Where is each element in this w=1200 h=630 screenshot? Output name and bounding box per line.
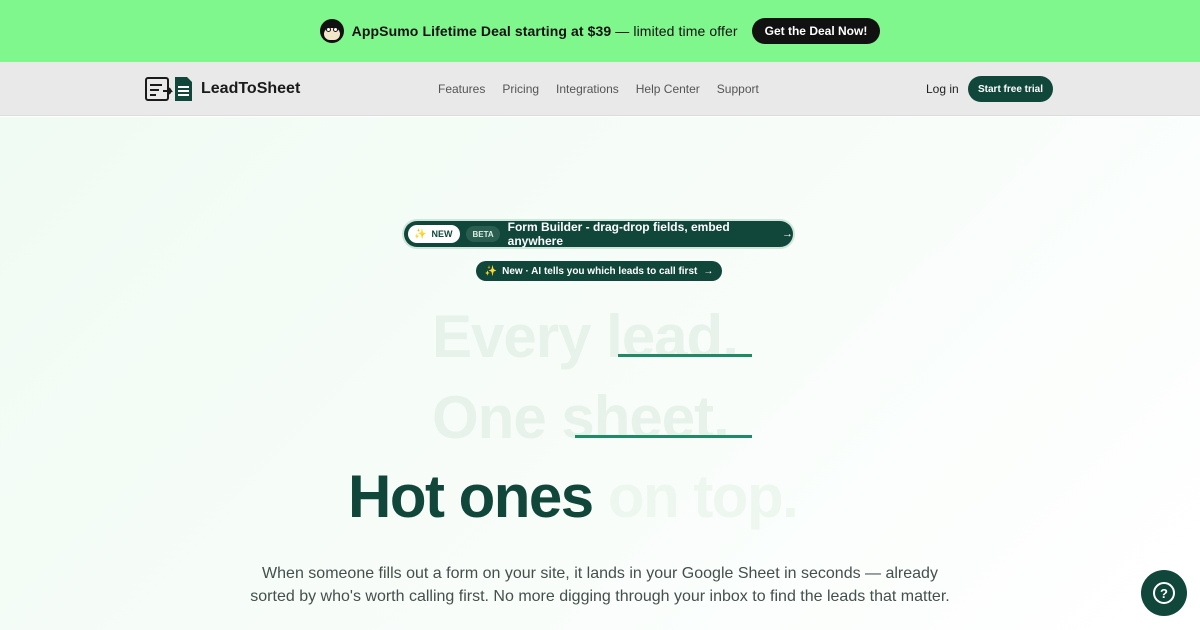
nav-link-support[interactable]: Support (717, 82, 759, 96)
help-button[interactable]: ? (1141, 570, 1187, 616)
ai-announcement[interactable]: ✨ New · AI tells you which leads to call… (476, 261, 722, 281)
ai-announcement-text: New · AI tells you which leads to call f… (502, 265, 698, 277)
sparkle-icon: ✨ (484, 265, 498, 277)
brand-name: LeadToSheet (201, 80, 301, 97)
start-trial-button[interactable]: Start free trial (968, 76, 1054, 102)
arrow-right-icon: → (782, 228, 793, 240)
headline-line-3: Hot ones on top. (348, 462, 799, 531)
promo-text: AppSumo Lifetime Deal starting at $39 — … (351, 23, 738, 39)
nav-link-integrations[interactable]: Integrations (556, 82, 619, 96)
question-mark-icon: ? (1153, 582, 1175, 604)
sparkle-icon: ✨ (414, 228, 427, 240)
headline-line-1: Every lead. (432, 303, 739, 370)
arrow-right-icon: → (703, 265, 714, 277)
headline-underline-2 (575, 435, 752, 438)
new-badge: ✨ NEW (408, 225, 461, 243)
get-deal-button[interactable]: Get the Deal Now! (751, 18, 881, 44)
hero-section (0, 117, 1200, 630)
brand-logo[interactable]: LeadToSheet (145, 76, 300, 102)
headline-underline-1 (618, 354, 752, 357)
leadtosheet-logo-icon (145, 77, 192, 101)
headline-line-2: One sheet. (432, 384, 730, 451)
beta-badge: BETA (466, 226, 500, 242)
hero-description: When someone fills out a form on your si… (250, 565, 950, 605)
nav-link-features[interactable]: Features (438, 82, 485, 96)
headline-dim: on top. (592, 463, 799, 530)
top-nav: LeadToSheet Features Pricing Integration… (0, 62, 1200, 116)
promo-banner: AppSumo Lifetime Deal starting at $39 — … (0, 0, 1200, 62)
nav-link-help-center[interactable]: Help Center (636, 82, 700, 96)
form-builder-announcement[interactable]: ✨ NEW BETA Form Builder - drag-drop field… (404, 220, 793, 248)
appsumo-mascot-icon (319, 19, 344, 43)
login-link[interactable]: Log in (926, 82, 959, 96)
nav-link-pricing[interactable]: Pricing (502, 82, 539, 96)
announcement-text: Form Builder - drag-drop fields, embed a… (507, 220, 730, 248)
nav-links: Features Pricing Integrations Help Cente… (438, 82, 776, 96)
headline-strong: Hot ones (348, 463, 594, 530)
